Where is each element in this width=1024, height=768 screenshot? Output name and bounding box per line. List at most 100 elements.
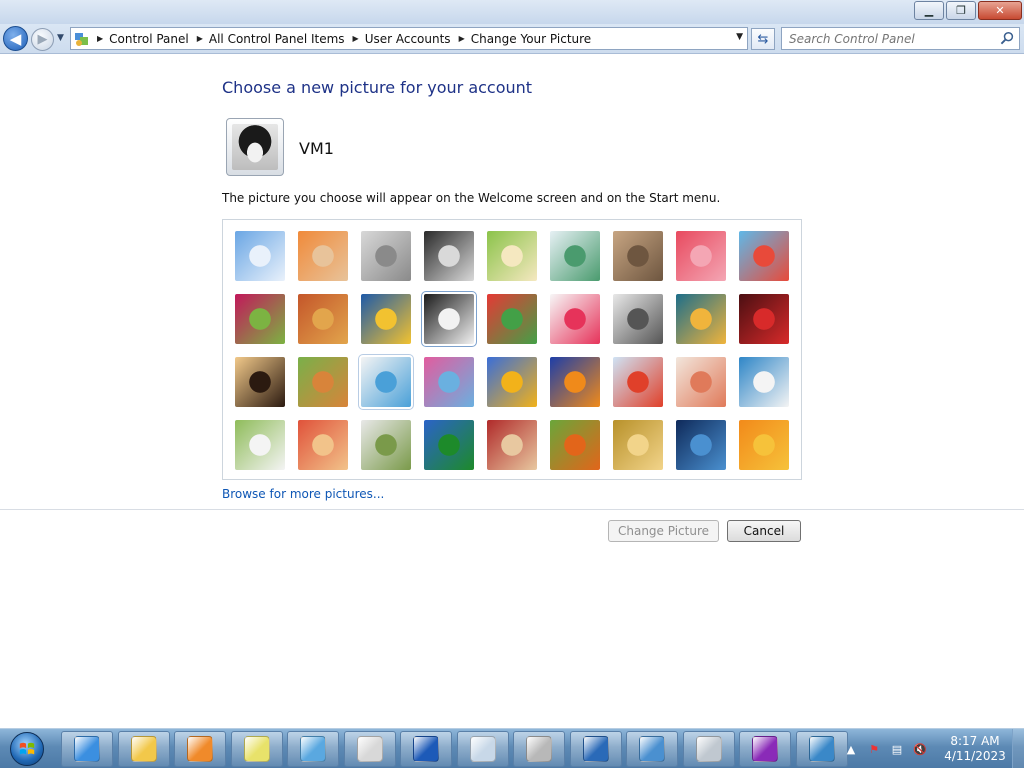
control-panel-icon — [639, 736, 665, 762]
navigation-bar: ◀ ▶ ▼ ▶ Control Panel ▶ All Control Pane… — [0, 24, 1024, 54]
picture-tile-sunflower[interactable] — [487, 357, 537, 407]
paper-plane-icon — [300, 736, 326, 762]
start-button[interactable] — [2, 730, 52, 768]
picture-tile-gyroscope[interactable] — [550, 231, 600, 281]
internet-explorer-icon — [74, 736, 100, 762]
volume-muted-icon[interactable]: 🔇 — [912, 741, 928, 757]
divider — [0, 509, 1024, 510]
browse-more-pictures-link[interactable]: Browse for more pictures... — [222, 487, 384, 501]
network-icon[interactable]: ▤ — [889, 741, 905, 757]
show-hidden-icons-icon[interactable]: ▲ — [843, 741, 859, 757]
taskbar-windows-explorer-button[interactable] — [117, 731, 170, 767]
breadcrumb-separator-icon[interactable]: ▶ — [451, 34, 471, 43]
minimize-button[interactable]: ▁ — [914, 1, 944, 20]
forward-button[interactable]: ▶ — [31, 28, 54, 51]
picture-tile-window[interactable] — [424, 420, 474, 470]
picture-tile-leaf[interactable] — [361, 294, 411, 344]
breadcrumb-separator-icon[interactable]: ▶ — [189, 34, 209, 43]
breadcrumb-user-accounts[interactable]: User Accounts — [365, 32, 451, 46]
search-icon[interactable] — [1000, 31, 1015, 46]
sticky-notes-icon — [243, 736, 270, 762]
current-account-picture — [226, 118, 284, 176]
back-arrow-icon: ◀ — [9, 29, 22, 48]
clock-time: 8:17 AM — [950, 734, 1000, 748]
taskbar-control-panel-button[interactable] — [626, 731, 678, 767]
maximize-button[interactable]: ❐ — [946, 1, 976, 20]
show-desktop-button[interactable] — [1012, 729, 1024, 768]
picture-tile-crayons[interactable] — [487, 294, 537, 344]
display-icon — [752, 736, 778, 762]
picture-tile-soccer-ball[interactable] — [235, 420, 285, 470]
picture-tile-dog[interactable] — [421, 291, 477, 347]
picture-tile-lighthouse[interactable] — [676, 420, 726, 470]
search-input[interactable] — [782, 28, 992, 49]
dog-avatar — [232, 124, 278, 170]
picture-tile-guitar[interactable] — [235, 357, 285, 407]
change-picture-button[interactable]: Change Picture — [608, 520, 719, 542]
breadcrumb-separator-icon[interactable]: ▶ — [93, 34, 109, 43]
breadcrumb-control-panel[interactable]: Control Panel — [109, 32, 189, 46]
address-bar[interactable]: ▶ Control Panel ▶ All Control Panel Item… — [70, 27, 748, 50]
picture-tile-pinwheel[interactable] — [739, 231, 789, 281]
picture-tile-stairs[interactable] — [676, 294, 726, 344]
picture-tile-butterfly[interactable] — [550, 420, 600, 470]
history-dropdown-icon[interactable]: ▼ — [57, 33, 64, 43]
picture-tile-jacks[interactable] — [613, 294, 663, 344]
picture-tile-balloon[interactable] — [613, 357, 663, 407]
picture-tile-record-player[interactable] — [424, 231, 474, 281]
back-button[interactable]: ◀ — [3, 26, 28, 51]
taskbar-printer-button[interactable] — [513, 731, 565, 767]
taskbar-media-player-button[interactable] — [174, 731, 226, 767]
picture-tile-rug[interactable] — [487, 420, 537, 470]
taskbar-paper-plane-button[interactable] — [287, 731, 339, 767]
breadcrumb-change-your-picture[interactable]: Change Your Picture — [471, 32, 591, 46]
taskbar-help-button[interactable] — [400, 731, 452, 767]
picture-tile-silk[interactable] — [424, 357, 474, 407]
picture-tile-toy-robot[interactable] — [358, 354, 414, 410]
taskbar-network-monitor-button[interactable] — [795, 731, 848, 767]
windows-explorer-icon — [130, 736, 157, 762]
picture-tile-kitten[interactable] — [613, 231, 663, 281]
refresh-icon: ⇆ — [757, 31, 769, 47]
clock-date: 4/11/2023 — [944, 749, 1006, 763]
picture-tile-marbles[interactable] — [361, 420, 411, 470]
close-button[interactable]: ✕ — [978, 1, 1022, 20]
picture-tile-paper-crane[interactable] — [739, 294, 789, 344]
picture-tile-gerbera[interactable] — [739, 420, 789, 470]
taskbar-display-button[interactable] — [739, 731, 791, 767]
taskbar-internet-explorer-button[interactable] — [61, 731, 113, 767]
network-monitor-icon — [808, 736, 835, 762]
search-box[interactable] — [781, 27, 1020, 50]
taskbar-document-file-button[interactable] — [343, 731, 396, 767]
caption-buttons: ▁ ❐ ✕ — [914, 1, 1022, 20]
taskbar-sticky-notes-button[interactable] — [230, 731, 283, 767]
action-center-icon[interactable]: ⚑ — [866, 741, 882, 757]
picture-tile-shell[interactable] — [613, 420, 663, 470]
picture-tile-puppy[interactable] — [298, 357, 348, 407]
taskbar-remote-desktop-button[interactable] — [569, 731, 622, 767]
picture-tile-lucky-cat[interactable] — [487, 231, 537, 281]
account-username: VM1 — [299, 139, 334, 158]
picture-tile-roller-coaster[interactable] — [235, 231, 285, 281]
windows-logo-icon — [10, 732, 44, 766]
taskbar-speaker-button[interactable] — [682, 731, 735, 767]
address-dropdown-icon[interactable]: ▼ — [736, 32, 743, 42]
picture-tile-flower[interactable] — [676, 231, 726, 281]
printer-icon — [526, 736, 552, 762]
picture-tile-fish[interactable] — [550, 357, 600, 407]
picture-tile-fabric[interactable] — [298, 294, 348, 344]
refresh-button[interactable]: ⇆ — [751, 28, 775, 50]
picture-tile-star[interactable] — [550, 294, 600, 344]
picture-tile-sailboat[interactable] — [739, 357, 789, 407]
title-bar: ▁ ❐ ✕ — [0, 0, 1024, 24]
picture-tile-ball[interactable] — [235, 294, 285, 344]
breadcrumb-all-control-panel-items[interactable]: All Control Panel Items — [209, 32, 345, 46]
taskbar-calculator-button[interactable] — [456, 731, 509, 767]
picture-tile-starfish[interactable] — [298, 231, 348, 281]
picture-tile-robot[interactable] — [361, 231, 411, 281]
cancel-button[interactable]: Cancel — [727, 520, 801, 542]
picture-tile-doll[interactable] — [676, 357, 726, 407]
breadcrumb-separator-icon[interactable]: ▶ — [345, 34, 365, 43]
clock[interactable]: 8:17 AM 4/11/2023 — [940, 734, 1010, 764]
picture-tile-pattern[interactable] — [298, 420, 348, 470]
